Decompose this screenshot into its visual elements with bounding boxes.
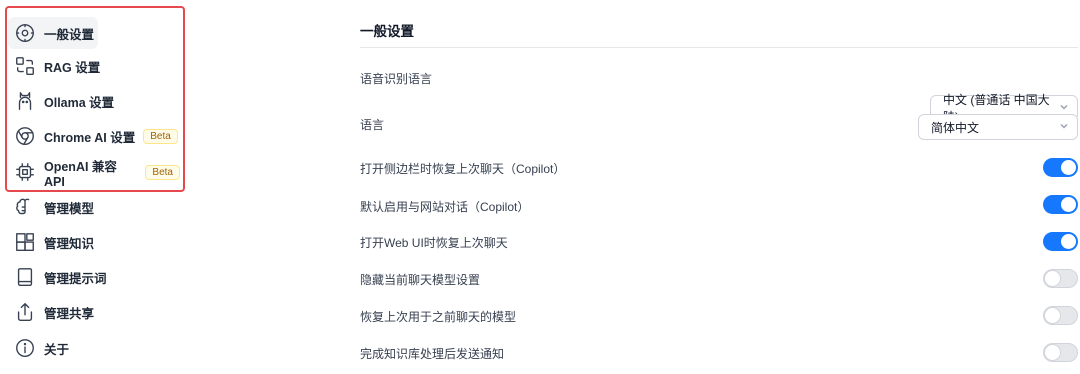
sidebar: 一般设置 RAG 设置 Ollama 设置 Chrome AI 设置 Beta … [0, 0, 190, 374]
brain-icon [14, 196, 36, 218]
sidebar-item-label: 管理共享 [44, 306, 95, 321]
sidebar-item-general-settings[interactable]: 一般设置 [8, 17, 98, 49]
restore-chat-sidebar-toggle[interactable] [1043, 158, 1078, 177]
restore-chat-webui-toggle[interactable] [1043, 232, 1078, 251]
sidebar-item-label: Chrome AI 设置 [44, 130, 136, 145]
sidebar-item-label: OpenAI 兼容 API [44, 159, 117, 189]
setting-label: 打开Web UI时恢复上次聊天 [360, 236, 508, 250]
cpu-chip-icon [14, 161, 36, 183]
sidebar-item-chrome-ai-settings[interactable]: Chrome AI 设置 Beta [8, 120, 180, 152]
book-icon [14, 266, 36, 288]
sidebar-item-label: 管理提示词 [44, 271, 107, 286]
setting-label: 默认启用与网站对话（Copilot） [360, 200, 530, 214]
chevron-down-icon [1059, 101, 1069, 115]
sidebar-item-openai-api[interactable]: OpenAI 兼容 API Beta [8, 156, 180, 189]
info-icon [14, 337, 36, 359]
toggle-knob [1045, 271, 1060, 286]
chat-with-website-toggle[interactable] [1043, 195, 1078, 214]
setting-label: 语音识别语言 [360, 72, 433, 86]
beta-badge: Beta [143, 128, 178, 144]
sidebar-item-label: RAG 设置 [44, 60, 101, 75]
setting-label: 隐藏当前聊天模型设置 [360, 273, 481, 287]
settings-panel: 一般设置 语音识别语言 中文 (普通话 中国大陆) 语言 简体中文 打开侧边栏时… [360, 0, 1078, 374]
page-title: 一般设置 [360, 24, 414, 39]
chrome-icon [14, 125, 36, 147]
gear-icon [14, 22, 36, 44]
knowledge-notify-toggle[interactable] [1043, 343, 1078, 362]
setting-label: 恢复上次用于之前聊天的模型 [360, 310, 517, 324]
sidebar-item-label: 一般设置 [44, 27, 95, 42]
sidebar-item-manage-knowledge[interactable]: 管理知识 [8, 226, 180, 258]
sidebar-item-label: 关于 [44, 342, 70, 357]
toggle-knob [1061, 197, 1076, 212]
beta-badge: Beta [145, 164, 180, 180]
setting-label: 完成知识库处理后发送通知 [360, 347, 505, 361]
toggle-knob [1061, 234, 1076, 249]
share-icon [14, 301, 36, 323]
sidebar-item-label: Ollama 设置 [44, 95, 115, 110]
toggle-knob [1061, 160, 1076, 175]
llama-icon [14, 90, 36, 112]
sidebar-item-label: 管理知识 [44, 236, 95, 251]
sidebar-item-manage-prompts[interactable]: 管理提示词 [8, 261, 180, 293]
sidebar-item-about[interactable]: 关于 [8, 332, 180, 364]
hide-model-settings-toggle[interactable] [1043, 269, 1078, 288]
blocks-icon [14, 231, 36, 253]
sidebar-item-label: 管理模型 [44, 201, 95, 216]
setting-label: 语言 [360, 118, 385, 132]
sidebar-item-manage-sharing[interactable]: 管理共享 [8, 296, 180, 328]
sidebar-item-manage-models[interactable]: 管理模型 [8, 191, 180, 223]
restore-last-model-toggle[interactable] [1043, 306, 1078, 325]
chevron-down-icon [1059, 120, 1069, 134]
language-select[interactable]: 简体中文 [918, 114, 1078, 140]
toggle-knob [1045, 345, 1060, 360]
rag-flow-icon [14, 55, 36, 77]
setting-label: 打开侧边栏时恢复上次聊天（Copilot） [360, 162, 566, 176]
sidebar-item-rag-settings[interactable]: RAG 设置 [8, 50, 180, 82]
toggle-knob [1045, 308, 1060, 323]
select-value: 简体中文 [931, 120, 980, 135]
sidebar-item-ollama-settings[interactable]: Ollama 设置 [8, 85, 180, 117]
divider [360, 47, 1078, 48]
